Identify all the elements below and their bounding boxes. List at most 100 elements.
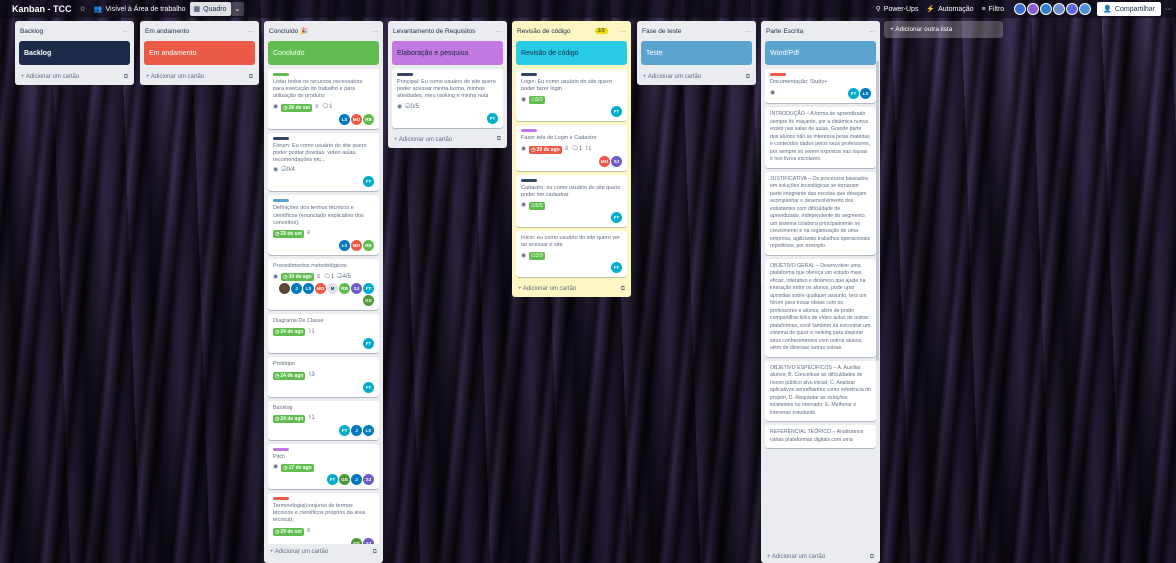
list-em-andamento[interactable]: Em andamento ··· Em andamento + Adicionar… (140, 21, 259, 85)
card[interactable]: Fórum: Eu como usuário do site quero pod… (268, 132, 379, 192)
avatar[interactable]: MO (351, 240, 362, 252)
template-icon[interactable]: ⧉ (249, 74, 253, 81)
list-header[interactable]: Parte Escrita ··· (761, 21, 880, 41)
list-title[interactable]: Concluído 🎉 (269, 27, 308, 35)
template-icon[interactable]: ⧉ (373, 549, 377, 556)
card[interactable]: Cadastro: eu como usuário do site quero … (516, 174, 627, 228)
avatar[interactable]: FT (363, 176, 374, 188)
card[interactable]: INTRODUÇÃO – A forma de aprendizado semp… (765, 107, 876, 168)
card-label[interactable] (521, 129, 537, 133)
avatar[interactable]: SJ (351, 283, 362, 295)
avatar[interactable] (279, 283, 290, 295)
card[interactable]: Fazer tela de Login e Cadastro ◉ ◷ 29 de ag… (516, 125, 627, 171)
avatar[interactable]: MO (315, 283, 326, 295)
add-card-button[interactable]: + Adicionar um cartão ⧉ (140, 69, 259, 85)
banner-card[interactable]: Elaboração e pesquisa (392, 41, 503, 65)
automation-button[interactable]: ⚡ Automação (922, 2, 977, 16)
powerups-button[interactable]: ⚲ Power-Ups (872, 2, 923, 16)
board-menu-icon[interactable]: ··· (1161, 2, 1176, 16)
banner-card[interactable]: Teste (641, 41, 752, 65)
card-label[interactable] (273, 497, 289, 501)
list-backlog[interactable]: Backlog ··· Backlog + Adicionar um cartão… (15, 21, 134, 85)
avatar[interactable]: FT (339, 424, 350, 436)
list-title[interactable]: Revisão de código (517, 28, 570, 35)
avatar[interactable]: RB (363, 240, 374, 252)
avatar[interactable]: FT (611, 106, 622, 118)
card[interactable]: Login: Eu como usuário do site quero pod… (516, 69, 627, 122)
banner-card[interactable]: Word/Pdf (765, 41, 876, 65)
avatar[interactable] (1027, 3, 1040, 15)
avatar[interactable]: FT (363, 338, 374, 350)
avatar[interactable]: FT (611, 262, 622, 274)
avatar[interactable]: SJ (363, 474, 374, 486)
list-menu-icon[interactable]: ··· (745, 28, 752, 35)
due-date-badge[interactable]: ◷ 29 de set (273, 527, 304, 536)
filter-button[interactable]: ≡ Filtro (978, 2, 1009, 16)
due-date-badge[interactable]: ◷ 29 de set (273, 230, 304, 239)
avatar[interactable]: RB (363, 113, 374, 125)
avatar[interactable]: MO (351, 113, 362, 125)
banner-card[interactable]: Concluído (268, 41, 379, 65)
avatar[interactable]: J (291, 283, 302, 295)
card[interactable]: Terminologia(conjunto de termos técnicos… (268, 493, 379, 544)
avatar[interactable] (1053, 3, 1066, 15)
board-title[interactable]: Kanban - TCC (8, 2, 76, 16)
list-title[interactable]: Backlog (20, 28, 43, 35)
list-fase-de-teste[interactable]: Fase de teste ··· Teste + Adicionar um ca… (637, 21, 756, 85)
list-levantamento-de-requisitos[interactable]: Levantamento de Requisitos ··· Elaboração… (388, 21, 507, 148)
card-label[interactable] (521, 178, 537, 182)
card[interactable]: Backlog ◷ 24 de ago ⌇1 FT J LS (268, 400, 379, 440)
card[interactable]: Definições dos termos técnicos e científ… (268, 195, 379, 256)
card-label[interactable] (770, 73, 786, 76)
card-label[interactable] (521, 73, 537, 76)
list-parte-escrita[interactable]: Parte Escrita ··· Word/Pdf Documentação: … (761, 21, 880, 563)
card[interactable]: Inicio: eu como usuário do site quero ve… (516, 231, 627, 278)
list-menu-icon[interactable]: ··· (620, 28, 627, 35)
list-title[interactable]: Levantamento de Requisitos (393, 28, 475, 35)
list-header[interactable]: Em andamento ··· (140, 21, 259, 41)
avatar[interactable]: GS (351, 537, 362, 544)
card[interactable]: Protótipo ◷ 24 de ago ⌇3 FT (268, 357, 379, 397)
list-title[interactable]: Parte Escrita (766, 28, 803, 35)
add-card-button[interactable]: + Adicionar um cartão ⧉ (637, 69, 756, 85)
card[interactable]: JUSTIFICATIVA – Os processos baseados em… (765, 171, 876, 255)
card[interactable]: Principal: Eu como usuário do site quero… (392, 69, 503, 128)
card-label[interactable] (397, 73, 413, 76)
avatar[interactable]: J (351, 474, 362, 486)
due-date-badge[interactable]: ◷ 24 de ago (273, 414, 306, 423)
template-icon[interactable]: ⧉ (621, 286, 625, 293)
template-icon[interactable]: ⧉ (497, 136, 501, 143)
avatar[interactable]: LS (339, 240, 350, 252)
list-concluido[interactable]: Concluído 🎉 ··· Concluído Listar todos os… (264, 21, 383, 563)
avatar[interactable]: RB (339, 283, 350, 295)
list-header[interactable]: Concluído 🎉 ··· (264, 21, 383, 41)
card[interactable]: OBJETIVO ESPECÍFICOS – A. Auxiliar aluno… (765, 360, 876, 422)
card[interactable]: OBJETIVO GERAL – Desenvolver uma platafo… (765, 258, 876, 357)
view-switcher-button[interactable]: ▦ Quadro (189, 2, 231, 16)
card[interactable]: Pitch ◉ ◷ 17 de ago FT GS J SJ (268, 443, 379, 490)
due-date-badge[interactable]: ◷ 24 de ago (273, 371, 306, 380)
star-icon[interactable]: ☆ (76, 2, 90, 16)
banner-card[interactable]: Revisão de código (516, 41, 627, 65)
template-icon[interactable]: ⧉ (746, 74, 750, 81)
due-date-badge[interactable]: ◷ 30 de ago (281, 273, 314, 282)
avatar[interactable]: J (351, 424, 362, 436)
due-date-badge[interactable]: ◷ 24 de ago (273, 328, 306, 337)
add-card-button[interactable]: + Adicionar um cartão ⧉ (15, 69, 134, 85)
template-icon[interactable]: ⧉ (124, 74, 128, 81)
add-card-button[interactable]: + Adicionar um cartão ⧉ (761, 549, 880, 563)
list-scrollbar[interactable] (876, 61, 879, 361)
avatar[interactable]: LS (363, 424, 374, 436)
avatar[interactable]: LS (860, 88, 871, 100)
list-title[interactable]: Fase de teste (642, 28, 681, 35)
due-date-badge[interactable]: ◷ 17 de ago (281, 464, 314, 473)
avatar[interactable]: LS (303, 283, 314, 295)
template-icon[interactable]: ⧉ (870, 554, 874, 561)
card-label[interactable] (273, 199, 289, 203)
avatar[interactable]: FT (611, 212, 622, 224)
due-date-badge[interactable]: ◷ 26 de set (281, 103, 313, 112)
avatar[interactable]: LS (339, 113, 350, 125)
list-header[interactable]: Backlog ··· (15, 21, 134, 41)
add-card-button[interactable]: + Adicionar um cartão ⧉ (388, 132, 507, 148)
card-label[interactable] (273, 447, 289, 451)
